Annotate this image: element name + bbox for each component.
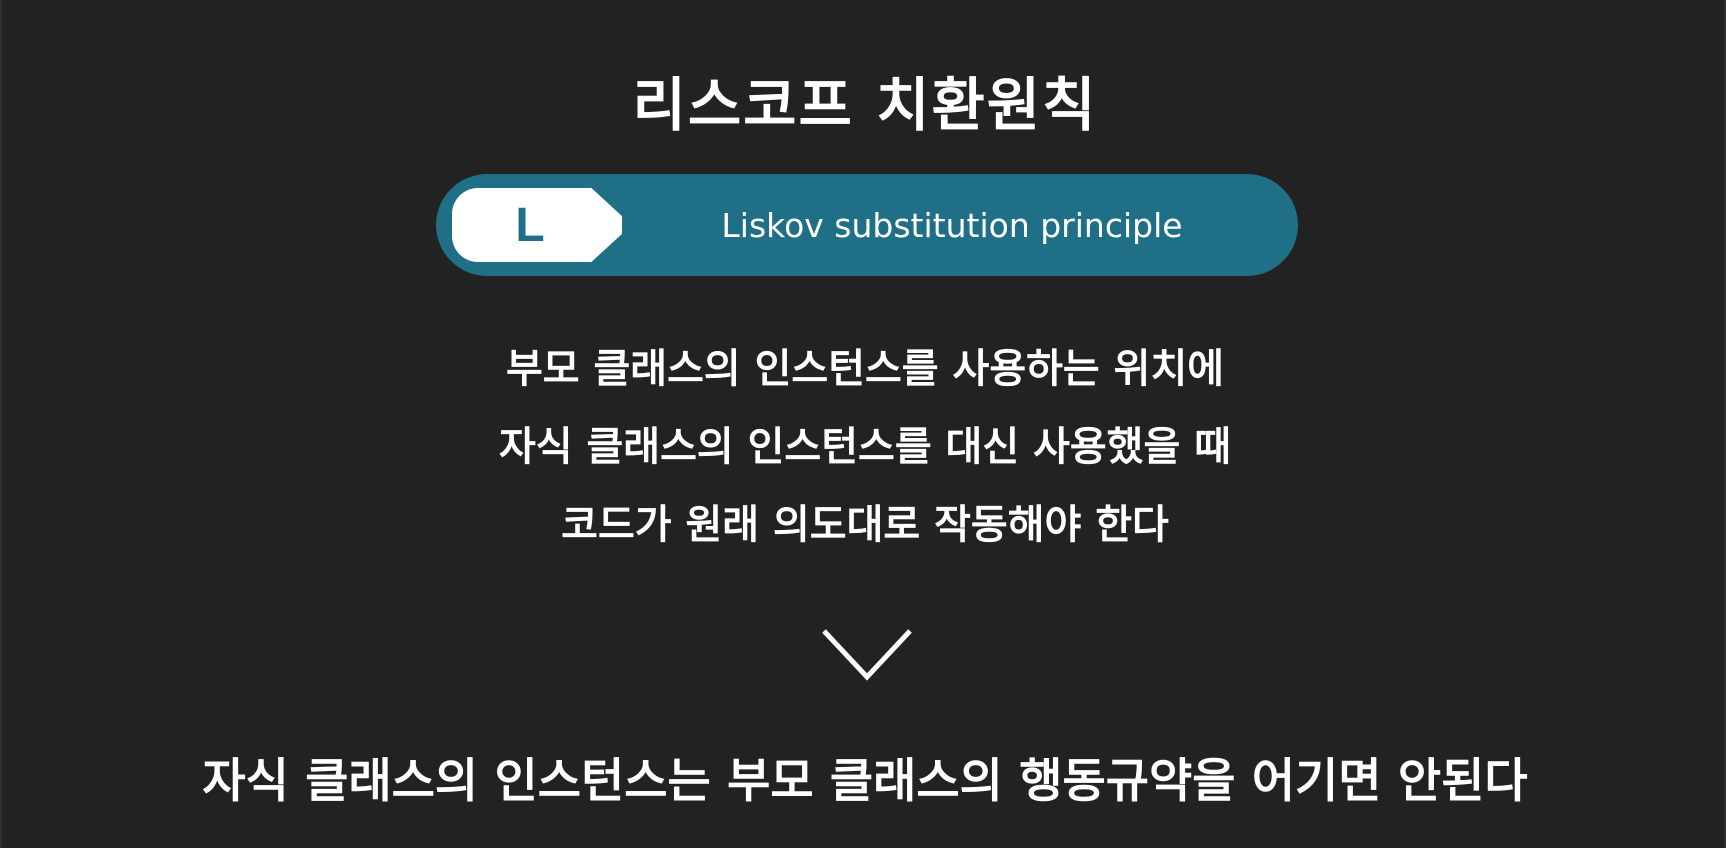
description: 부모 클래스의 인스턴스를 사용하는 위치에 자식 클래스의 인스턴스를 대신 … [2, 330, 1726, 564]
description-line: 코드가 원래 의도대로 작동해야 한다 [561, 502, 1169, 548]
principle-badge: L [452, 188, 622, 262]
conclusion-text: 자식 클래스의 인스턴스는 부모 클래스의 행동규약을 어기면 안된다 [202, 754, 1528, 809]
slide-title: 리스코프 치환원칙 [632, 71, 1098, 139]
description-line: 부모 클래스의 인스턴스를 사용하는 위치에 [505, 346, 1225, 392]
slide: 리스코프 치환원칙 L Liskov substitution principl… [0, 0, 1726, 848]
down-arrow-icon [822, 589, 912, 681]
badge-letter: L [515, 198, 545, 252]
description-line: 자식 클래스의 인스턴스를 대신 사용했을 때 [498, 424, 1232, 470]
principle-name: Liskov substitution principle [721, 205, 1183, 245]
principle-banner: L Liskov substitution principle [436, 174, 1298, 276]
